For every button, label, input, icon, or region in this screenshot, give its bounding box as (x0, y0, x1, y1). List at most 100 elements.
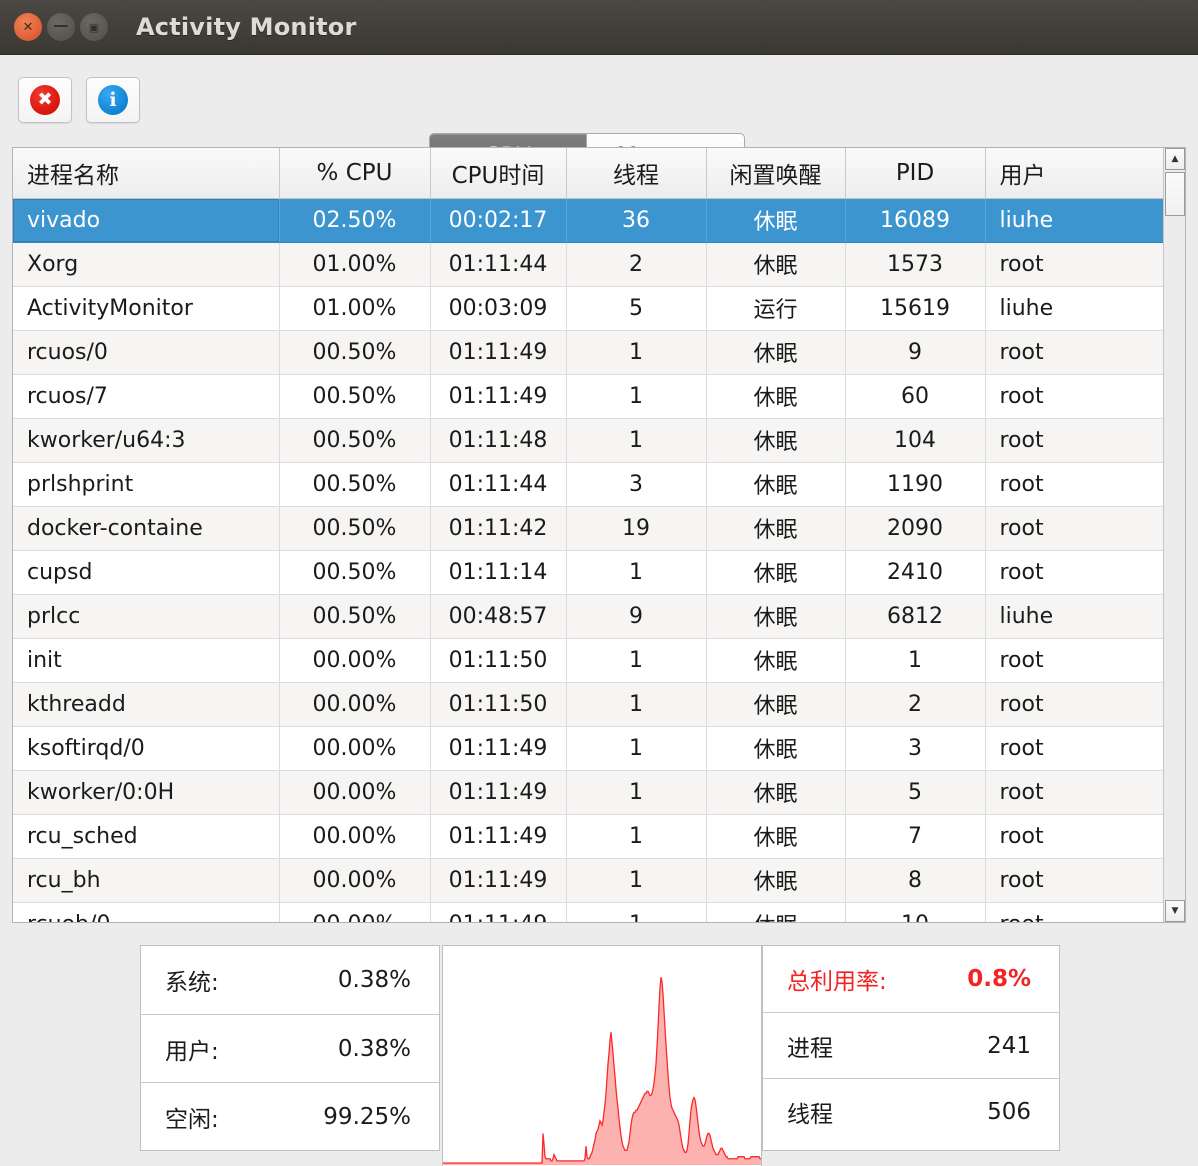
stat-label-process-count: 进程 (787, 1035, 833, 1062)
cell-process-name: kworker/u64:3 (13, 418, 280, 463)
cell-cpu-time: 01:11:49 (430, 726, 567, 771)
cell-idle-wake: 休眠 (706, 506, 846, 551)
cell-pid: 2 (845, 682, 986, 727)
cell-user: root (985, 330, 1165, 375)
cell-cpu-percent: 00.50% (279, 506, 431, 551)
quit-process-icon: ✖ (30, 85, 60, 115)
cpu-history-chart (443, 977, 761, 1165)
cell-process-name: Xorg (13, 242, 280, 287)
table-row[interactable]: Xorg 01.00% 01:11:44 2 休眠 1573 root (13, 242, 1165, 287)
stat-label-total-usage: 总利用率: (787, 969, 887, 995)
cell-pid: 7 (845, 814, 986, 859)
cpu-usage-breakdown-panel: 系统: 0.38% 用户: 0.38% 空闲: 99.25% (140, 945, 440, 1151)
cell-process-name: prlcc (13, 594, 280, 639)
cell-cpu-time: 01:11:49 (430, 814, 567, 859)
cell-idle-wake: 休眠 (706, 726, 846, 771)
cell-cpu-percent: 00.50% (279, 550, 431, 595)
table-row[interactable]: rcuos/0 00.50% 01:11:49 1 休眠 9 root (13, 330, 1165, 375)
table-row[interactable]: prlshprint 00.50% 01:11:44 3 休眠 1190 root (13, 462, 1165, 507)
cell-pid: 16089 (845, 198, 986, 243)
cell-cpu-percent: 00.00% (279, 902, 431, 922)
cell-idle-wake: 休眠 (706, 858, 846, 903)
cell-idle-wake: 休眠 (706, 462, 846, 507)
window-titlebar: ✕ — ▣ Activity Monitor (0, 0, 1198, 55)
scrollbar-thumb[interactable] (1165, 172, 1185, 216)
cell-process-name: kworker/0:0H (13, 770, 280, 815)
column-header-process-name[interactable]: 进程名称 (13, 148, 280, 199)
cell-threads: 1 (566, 902, 707, 922)
process-info-button[interactable]: i (86, 77, 140, 123)
column-header-idle-wake[interactable]: 闲置唤醒 (706, 148, 846, 199)
cell-process-name: ActivityMonitor (13, 286, 280, 331)
cell-cpu-percent: 00.00% (279, 638, 431, 683)
column-header-user[interactable]: 用户 (985, 148, 1165, 199)
stat-value-system: 0.38% (337, 967, 411, 993)
table-vertical-scrollbar[interactable]: ▲ ▼ (1163, 148, 1185, 922)
column-header-threads[interactable]: 线程 (566, 148, 707, 199)
scroll-up-arrow-icon[interactable]: ▲ (1165, 148, 1185, 170)
stat-row-thread-count: 线程 506 (763, 1078, 1059, 1144)
table-row[interactable]: rcuob/000.00%01:11:491休眠10root (13, 902, 1165, 922)
table-row[interactable]: kworker/u64:3 00.50% 01:11:48 1 休眠 104 root (13, 418, 1165, 463)
cell-process-name: init (13, 638, 280, 683)
cell-idle-wake: 休眠 (706, 550, 846, 595)
table-row[interactable]: cupsd 00.50% 01:11:14 1 休眠 2410 root (13, 550, 1165, 595)
cell-cpu-percent: 01.00% (279, 286, 431, 331)
cell-pid: 2090 (845, 506, 986, 551)
cell-threads: 1 (566, 682, 707, 727)
table-row[interactable]: prlcc 00.50% 00:48:57 9 休眠 6812 liuhe (13, 594, 1165, 639)
cell-cpu-time: 01:11:42 (430, 506, 567, 551)
table-row[interactable]: rcuos/7 00.50% 01:11:49 1 休眠 60 root (13, 374, 1165, 419)
cell-process-name: rcu_bh (13, 858, 280, 903)
cell-pid: 2410 (845, 550, 986, 595)
cell-cpu-percent: 00.50% (279, 462, 431, 507)
cell-cpu-percent: 00.00% (279, 770, 431, 815)
cell-threads: 19 (566, 506, 707, 551)
cell-idle-wake: 休眠 (706, 418, 846, 463)
scroll-down-arrow-icon[interactable]: ▼ (1165, 900, 1185, 922)
cell-cpu-percent: 01.00% (279, 242, 431, 287)
column-header-cpu-percent[interactable]: % CPU (279, 148, 431, 199)
table-row[interactable]: kthreadd 00.00% 01:11:50 1 休眠 2 root (13, 682, 1165, 727)
table-row[interactable]: rcu_sched 00.00% 01:11:49 1 休眠 7 root (13, 814, 1165, 859)
table-row[interactable]: init 00.00% 01:11:50 1 休眠 1 root (13, 638, 1165, 683)
stat-label-thread-count: 线程 (787, 1101, 833, 1128)
cell-process-name: prlshprint (13, 462, 280, 507)
column-header-pid[interactable]: PID (845, 148, 986, 199)
window-close-button[interactable]: ✕ (14, 13, 42, 41)
cell-process-name: kthreadd (13, 682, 280, 727)
window-maximize-button[interactable]: ▣ (80, 13, 108, 41)
cell-cpu-time: 01:11:14 (430, 550, 567, 595)
cell-user: root (985, 638, 1165, 683)
cell-idle-wake: 休眠 (706, 374, 846, 419)
table-row[interactable]: vivado 02.50% 00:02:17 36 休眠 16089 liuhe (13, 198, 1165, 243)
table-row[interactable]: ActivityMonitor 01.00% 00:03:09 5 运行 15619 liu… (13, 286, 1165, 331)
table-row[interactable]: ksoftirqd/0 00.00% 01:11:49 1 休眠 3 root (13, 726, 1165, 771)
cell-cpu-time: 00:02:17 (430, 198, 567, 243)
cell-threads: 1 (566, 638, 707, 683)
cell-idle-wake: 休眠 (706, 638, 846, 683)
quit-process-button[interactable]: ✖ (18, 77, 72, 123)
cell-user: root (985, 770, 1165, 815)
cell-cpu-percent: 00.00% (279, 682, 431, 727)
column-header-cpu-time[interactable]: CPU时间 (430, 148, 567, 199)
cell-cpu-percent: 00.50% (279, 418, 431, 463)
cell-cpu-time: 01:11:50 (430, 682, 567, 727)
table-row[interactable]: rcu_bh 00.00% 01:11:49 1 休眠 8 root (13, 858, 1165, 903)
process-table: 进程名称 % CPU CPU时间 线程 闲置唤醒 PID 用户 vivado 02… (13, 148, 1165, 922)
cell-cpu-time: 01:11:49 (430, 902, 567, 922)
cell-pid: 1573 (845, 242, 986, 287)
cell-process-name: docker-containe (13, 506, 280, 551)
cell-cpu-percent: 00.00% (279, 814, 431, 859)
cell-pid: 1 (845, 638, 986, 683)
table-row[interactable]: docker-containe 00.50% 01:11:42 19 休眠 2090 roo… (13, 506, 1165, 551)
table-row[interactable]: kworker/0:0H 00.00% 01:11:49 1 休眠 5 root (13, 770, 1165, 815)
toolbar: ✖ i CPU Memory (0, 55, 1198, 178)
cell-pid: 3 (845, 726, 986, 771)
stat-row-system: 系统: 0.38% (141, 946, 439, 1014)
cell-threads: 1 (566, 550, 707, 595)
window-minimize-button[interactable]: — (47, 13, 75, 41)
cell-threads: 1 (566, 814, 707, 859)
summary-area: 系统: 0.38% 用户: 0.38% 空闲: 99.25% 总利用率: 0.8… (0, 945, 1198, 1166)
process-table-body: vivado 02.50% 00:02:17 36 休眠 16089 liuhe Xorg 01… (13, 198, 1165, 922)
